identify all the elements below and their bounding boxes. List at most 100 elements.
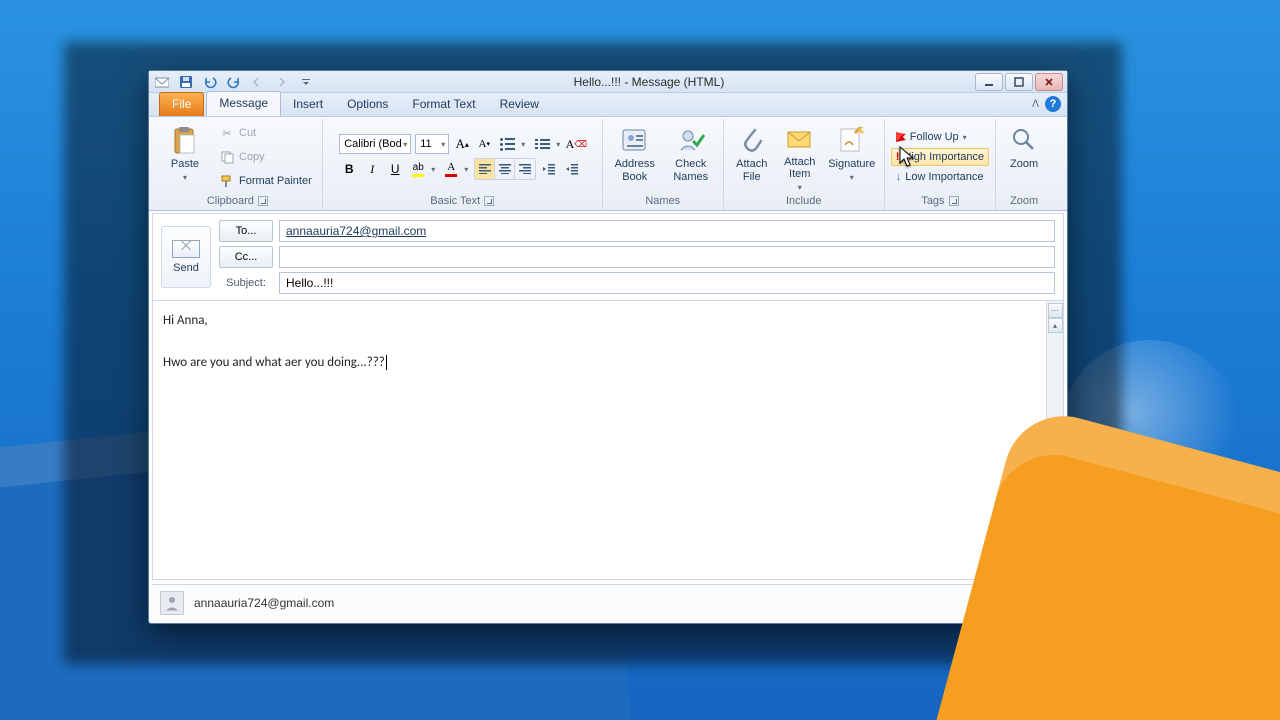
vertical-scrollbar[interactable]: ⋯ ▴ ▾: [1046, 301, 1063, 579]
save-icon[interactable]: [177, 73, 195, 91]
group-label-names: Names: [645, 195, 680, 207]
minimize-button[interactable]: [975, 73, 1003, 91]
check-names-icon: [675, 124, 707, 156]
contact-avatar-secondary[interactable]: [1019, 591, 1043, 615]
paste-button[interactable]: Paste ▾: [159, 121, 211, 193]
message-header: Send To... annaauria724@gmail.com Cc... …: [153, 214, 1063, 301]
to-button[interactable]: To...: [219, 220, 273, 242]
cc-button[interactable]: Cc...: [219, 246, 273, 268]
signature-button[interactable]: Signature ▾: [826, 121, 878, 193]
tab-review[interactable]: Review: [488, 93, 551, 116]
chevron-down-icon[interactable]: ▾: [431, 165, 438, 174]
group-clipboard: Paste ▾ ✂ Cut Copy: [153, 119, 323, 210]
dialog-launcher-icon[interactable]: [949, 196, 959, 206]
scroll-options-icon[interactable]: ⋯: [1048, 303, 1063, 318]
bold-button[interactable]: B: [339, 159, 359, 179]
outlook-message-window: Hello...!!! - Message (HTML) File Messag…: [148, 70, 1068, 624]
bullets-button[interactable]: [497, 134, 517, 154]
chevron-down-icon[interactable]: ▾: [556, 140, 563, 149]
chevron-down-icon: ▾: [963, 133, 970, 142]
format-painter-button[interactable]: Format Painter: [215, 170, 316, 192]
group-tags: Follow Up ▾ ! High Importance ↓ Low Impo…: [885, 119, 996, 210]
tab-message[interactable]: Message: [206, 91, 281, 116]
signature-label: Signature: [828, 158, 875, 171]
tab-insert[interactable]: Insert: [281, 93, 335, 116]
compose-area: Send To... annaauria724@gmail.com Cc... …: [152, 213, 1064, 580]
increase-indent-button[interactable]: [562, 159, 582, 179]
group-include: Attach File Attach Item ▾ Signature ▾ In…: [724, 119, 885, 210]
group-label-include: Include: [786, 195, 821, 207]
grow-font-icon[interactable]: A▴: [453, 135, 471, 153]
low-importance-icon: ↓: [896, 171, 902, 183]
maximize-button[interactable]: [1005, 73, 1033, 91]
alignment-group: [474, 158, 536, 180]
zoom-icon: [1008, 124, 1040, 156]
help-icon[interactable]: ?: [1045, 96, 1061, 112]
chevron-down-icon[interactable]: ▾: [464, 165, 471, 174]
qat-customize-icon[interactable]: [297, 73, 315, 91]
chevron-down-icon: ▾: [441, 140, 448, 149]
expand-people-pane-icon[interactable]: ᐱ: [1049, 597, 1056, 608]
follow-up-button[interactable]: Follow Up ▾: [891, 128, 989, 146]
next-item-icon[interactable]: [273, 73, 291, 91]
high-importance-icon: !: [896, 151, 900, 163]
collapse-ribbon-icon[interactable]: ᐱ: [1032, 99, 1039, 110]
shrink-font-icon[interactable]: A▾: [475, 135, 493, 153]
paperclip-icon: [736, 124, 768, 156]
font-size-select[interactable]: 11▾: [415, 134, 449, 154]
send-button[interactable]: Send: [161, 226, 211, 288]
group-basic-text: Calibri (Bod▾ 11▾ A▴ A▾ ▾ ▾ A⌫ B I U: [323, 119, 603, 210]
window-title: Hello...!!! - Message (HTML): [323, 75, 975, 89]
decrease-indent-button[interactable]: [539, 159, 559, 179]
redo-icon[interactable]: [225, 73, 243, 91]
scroll-down-icon[interactable]: ▾: [1048, 562, 1063, 577]
check-names-button[interactable]: Check Names: [665, 121, 717, 193]
flag-icon: [896, 132, 906, 142]
font-color-button[interactable]: A: [441, 159, 461, 179]
to-field[interactable]: annaauria724@gmail.com: [279, 220, 1055, 242]
close-button[interactable]: [1035, 73, 1063, 91]
window-controls: [975, 73, 1063, 91]
group-zoom: Zoom Zoom: [996, 119, 1052, 210]
address-book-label: Address Book: [615, 158, 655, 183]
dialog-launcher-icon[interactable]: [484, 196, 494, 206]
tab-file[interactable]: File: [159, 92, 204, 116]
copy-icon: [219, 149, 235, 165]
dialog-launcher-icon[interactable]: [258, 196, 268, 206]
tab-options[interactable]: Options: [335, 93, 400, 116]
zoom-button[interactable]: Zoom: [1002, 121, 1046, 193]
subject-field[interactable]: Hello...!!!: [279, 272, 1055, 294]
align-right-button[interactable]: [515, 159, 535, 179]
italic-button[interactable]: I: [362, 159, 382, 179]
low-importance-button[interactable]: ↓ Low Importance: [891, 168, 989, 186]
prev-item-icon[interactable]: [249, 73, 267, 91]
undo-icon[interactable]: [201, 73, 219, 91]
qat-send-icon[interactable]: [153, 73, 171, 91]
scroll-up-icon[interactable]: ▴: [1048, 318, 1063, 333]
clear-formatting-icon[interactable]: A⌫: [567, 135, 585, 153]
copy-button[interactable]: Copy: [215, 146, 316, 168]
chevron-down-icon[interactable]: ▾: [521, 140, 528, 149]
paste-label: Paste: [171, 158, 199, 171]
cut-button[interactable]: ✂ Cut: [215, 122, 316, 144]
address-book-button[interactable]: Address Book: [609, 121, 661, 193]
underline-button[interactable]: U: [385, 159, 405, 179]
align-left-button[interactable]: [475, 159, 495, 179]
text-caret: [386, 355, 387, 370]
font-family-select[interactable]: Calibri (Bod▾: [339, 134, 411, 154]
highlight-button[interactable]: ab: [408, 159, 428, 179]
attach-item-button[interactable]: Attach Item ▾: [778, 121, 822, 193]
high-importance-button[interactable]: ! High Importance: [891, 148, 989, 166]
message-body[interactable]: Hi Anna, Hwo are you and what aer you do…: [153, 301, 1046, 579]
numbering-button[interactable]: [532, 134, 552, 154]
tab-format-text[interactable]: Format Text: [400, 93, 487, 116]
cc-field[interactable]: [279, 246, 1055, 268]
attach-file-button[interactable]: Attach File: [730, 121, 774, 193]
group-label-basic-text: Basic Text: [430, 195, 480, 207]
group-names: Address Book Check Names Names: [603, 119, 724, 210]
address-book-icon: [619, 124, 651, 156]
signature-icon: [836, 124, 868, 156]
align-center-button[interactable]: [495, 159, 515, 179]
group-label-tags: Tags: [921, 195, 944, 207]
contact-avatar[interactable]: [160, 591, 184, 615]
